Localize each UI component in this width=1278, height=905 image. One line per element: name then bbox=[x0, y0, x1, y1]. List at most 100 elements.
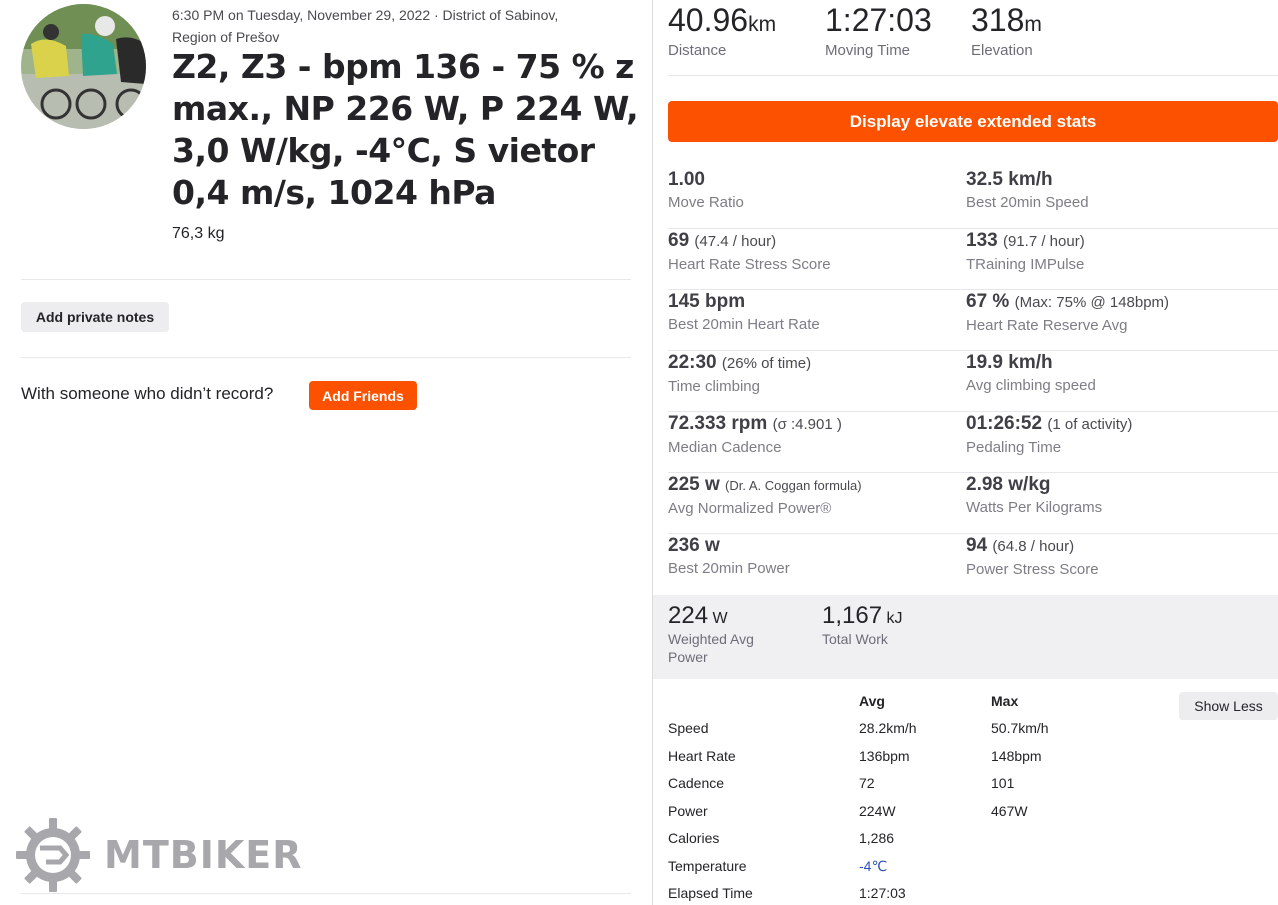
activity-description: 76,3 kg bbox=[172, 225, 225, 242]
activity-stats: 40.96km Distance 1:27:03 Moving Time 318… bbox=[653, 0, 1278, 905]
extended-stat-row: 225 w (Dr. A. Coggan formula) Avg Normal… bbox=[668, 473, 1278, 534]
stat-unit: m bbox=[1024, 13, 1042, 36]
extended-stat-label: Move Ratio bbox=[668, 194, 744, 211]
extended-stat-label: Avg Normalized Power® bbox=[668, 500, 832, 517]
table-row: Speed 28.2km/h 50.7km/h bbox=[668, 720, 1088, 740]
extended-stat-value: 94 bbox=[966, 535, 988, 556]
extended-stat-label: Power Stress Score bbox=[966, 561, 1099, 578]
extended-stat: 236 w Best 20min Power bbox=[668, 534, 968, 580]
friends-prompt: With someone who didn’t record? bbox=[21, 384, 274, 403]
extended-stat: 22:30 (26% of time) Time climbing bbox=[668, 351, 968, 398]
table-row: Heart Rate 136bpm 148bpm bbox=[668, 748, 1088, 768]
stat-moving-time: 1:27:03 Moving Time bbox=[825, 2, 932, 59]
logo-wordmark: MTBIKER bbox=[104, 833, 303, 877]
stat-value: 1,167 bbox=[822, 602, 883, 629]
table-row-label: Elapsed Time bbox=[668, 885, 753, 901]
extended-stat-extra: (Dr. A. Coggan formula) bbox=[725, 478, 862, 493]
table-cell-avg: 28.2km/h bbox=[859, 720, 917, 736]
watermark-logo: MTBIKER bbox=[16, 818, 303, 892]
divider bbox=[21, 357, 631, 358]
athlete-avatar[interactable] bbox=[21, 4, 146, 129]
extended-stat-label: Median Cadence bbox=[668, 439, 782, 456]
stat-unit: km bbox=[748, 13, 777, 36]
extended-stat-value: 22:30 bbox=[668, 352, 717, 373]
avatar-photo-icon bbox=[21, 4, 146, 129]
activity-title: Z2, Z3 - bpm 136 - 75 % z max., NP 226 W… bbox=[172, 47, 639, 212]
extended-stat-label: Best 20min Heart Rate bbox=[668, 316, 820, 333]
stat-unit: kJ bbox=[886, 610, 903, 627]
extended-stat-value: 225 w bbox=[668, 474, 720, 495]
extended-stat: 01:26:52 (1 of activity) Pedaling Time bbox=[966, 412, 1266, 459]
stat-label: Elevation bbox=[971, 42, 1033, 59]
stat-distance: 40.96km Distance bbox=[668, 2, 776, 59]
add-friends-button[interactable]: Add Friends bbox=[309, 381, 417, 410]
table-cell-avg: 72 bbox=[859, 775, 875, 791]
stat-label: Weighted Avg bbox=[668, 631, 754, 647]
table-cell-max: 50.7km/h bbox=[991, 720, 1049, 736]
extended-stat-label: Pedaling Time bbox=[966, 439, 1062, 456]
stat-label: Power bbox=[668, 649, 708, 665]
extended-stat-label: Best 20min Speed bbox=[966, 194, 1089, 211]
table-row: Power 224W 467W bbox=[668, 803, 1088, 823]
table-cell-max: 148bpm bbox=[991, 748, 1042, 764]
extended-stat-value: 19.9 km/h bbox=[966, 352, 1053, 373]
extended-stat-value: 32.5 km/h bbox=[966, 169, 1053, 190]
extended-stat: 32.5 km/h Best 20min Speed bbox=[966, 168, 1266, 214]
stat-unit: W bbox=[712, 610, 728, 627]
extended-stat-extra: (26% of time) bbox=[721, 355, 812, 372]
show-less-button[interactable]: Show Less bbox=[1179, 692, 1278, 720]
extended-stat-label: Avg climbing speed bbox=[966, 377, 1096, 394]
stat-label: Moving Time bbox=[825, 42, 911, 59]
extended-stat-label: Watts Per Kilograms bbox=[966, 499, 1103, 516]
activity-meta: 6:30 PM on Tuesday, November 29, 2022 · … bbox=[172, 4, 632, 48]
extended-stat-value: 2.98 w/kg bbox=[966, 474, 1051, 495]
extended-stat-label: Heart Rate Stress Score bbox=[668, 256, 831, 273]
stat-total-work: 1,167 kJ Total Work bbox=[822, 602, 903, 648]
extended-stat-label: Time climbing bbox=[668, 378, 760, 395]
table-cell-avg: 1:27:03 bbox=[859, 885, 906, 901]
extended-stat-row: 145 bpm Best 20min Heart Rate 67 % (Max:… bbox=[668, 290, 1278, 351]
extended-stat: 72.333 rpm (σ :4.901 ) Median Cadence bbox=[668, 412, 968, 459]
stat-weighted-avg-power: 224 W Weighted Avg Power bbox=[668, 602, 754, 666]
extended-stat-value: 133 bbox=[966, 230, 998, 251]
stat-value: 1:27:03 bbox=[825, 2, 932, 38]
stat-value: 318 bbox=[971, 2, 1025, 38]
table-cell-avg: -4℃ bbox=[859, 858, 888, 874]
table-row-label: Power bbox=[668, 803, 708, 819]
extended-stat-row: 22:30 (26% of time) Time climbing 19.9 k… bbox=[668, 351, 1278, 412]
extended-stat-label: Heart Rate Reserve Avg bbox=[966, 317, 1128, 334]
extended-stat-value: 145 bpm bbox=[668, 291, 746, 312]
table-cell-avg: 136bpm bbox=[859, 748, 910, 764]
extended-stat: 69 (47.4 / hour) Heart Rate Stress Score bbox=[668, 229, 968, 276]
table-cell-max: 467W bbox=[991, 803, 1028, 819]
extended-stat-value: 01:26:52 bbox=[966, 413, 1043, 434]
elevate-extended-stats-button[interactable]: Display elevate extended stats bbox=[668, 101, 1278, 142]
table-row-label: Heart Rate bbox=[668, 748, 736, 764]
extended-stat-value: 236 w bbox=[668, 535, 720, 556]
extended-stat-extra: (σ :4.901 ) bbox=[772, 416, 842, 433]
activity-header: 6:30 PM on Tuesday, November 29, 2022 · … bbox=[0, 0, 652, 905]
extended-stat-label: TRaining IMPulse bbox=[966, 256, 1085, 273]
extended-stat: 133 (91.7 / hour) TRaining IMPulse bbox=[966, 229, 1266, 276]
divider bbox=[668, 75, 1278, 76]
table-cell-max: 101 bbox=[991, 775, 1015, 791]
stat-label: Total Work bbox=[822, 631, 888, 647]
table-row-label: Calories bbox=[668, 830, 720, 846]
extended-stat-label: Best 20min Power bbox=[668, 560, 790, 577]
table-cell-avg: 224W bbox=[859, 803, 896, 819]
table-row: Elapsed Time 1:27:03 bbox=[668, 885, 1088, 905]
extended-stat-value: 67 % bbox=[966, 291, 1010, 312]
gear-logo-icon bbox=[16, 818, 90, 892]
extended-stat: 19.9 km/h Avg climbing speed bbox=[966, 351, 1266, 397]
extended-stat: 145 bpm Best 20min Heart Rate bbox=[668, 290, 968, 336]
table-header-max: Max bbox=[991, 693, 1019, 709]
add-private-notes-button[interactable]: Add private notes bbox=[21, 302, 169, 332]
extended-stat-row: 236 w Best 20min Power 94 (64.8 / hour) … bbox=[668, 534, 1278, 595]
extended-stat-extra: (47.4 / hour) bbox=[694, 233, 777, 250]
extended-stat-extra: (64.8 / hour) bbox=[992, 538, 1075, 555]
activity-region: Region of Prešov bbox=[172, 29, 280, 45]
power-summary: 224 W Weighted Avg Power 1,167 kJ Total … bbox=[653, 595, 1278, 679]
table-header-avg: Avg bbox=[859, 693, 885, 709]
extended-stat: 67 % (Max: 75% @ 148bpm) Heart Rate Rese… bbox=[966, 290, 1266, 337]
table-row: Cadence 72 101 bbox=[668, 775, 1088, 795]
